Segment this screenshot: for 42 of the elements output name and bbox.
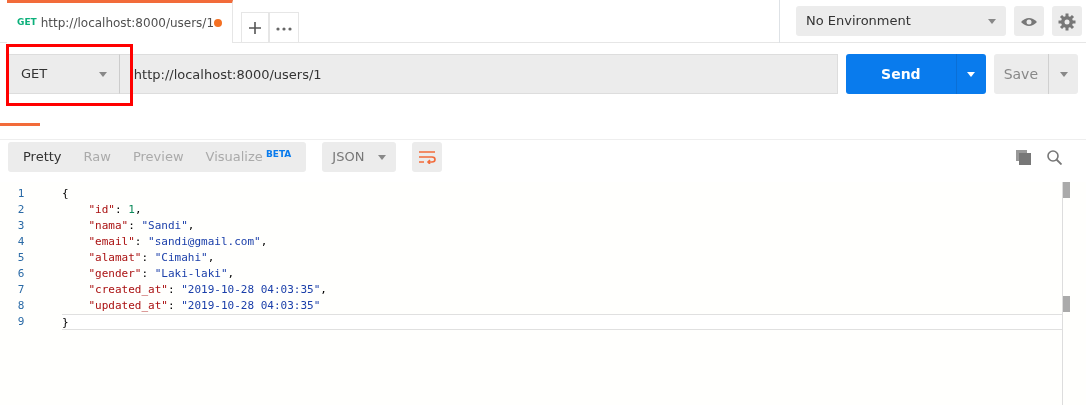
line-number: 5 bbox=[16, 250, 26, 266]
view-tab[interactable]: Visualize $^{BETA}$ bbox=[194, 142, 303, 172]
environment-select[interactable]: No Environment bbox=[796, 6, 1006, 36]
line-number: 6 bbox=[16, 266, 26, 282]
view-tab[interactable]: Pretty bbox=[12, 142, 73, 172]
request-tab[interactable]: GET http://localhost:8000/users/1 bbox=[7, 0, 233, 43]
code-line: "email": "sandi@gmail.com", bbox=[87, 234, 269, 250]
line-number: 2 bbox=[16, 202, 26, 218]
line-number: 3 bbox=[16, 218, 26, 234]
line-number: 1 bbox=[16, 186, 26, 202]
line-number: 8 bbox=[16, 298, 26, 314]
search-icon[interactable] bbox=[1047, 149, 1062, 165]
caret-icon bbox=[967, 71, 976, 77]
caret-icon bbox=[378, 154, 387, 160]
code-line: "nama": "Sandi", bbox=[87, 218, 196, 234]
scrollbar-thumb[interactable] bbox=[1063, 296, 1070, 312]
url-field[interactable]: http://localhost:8000/users/1 bbox=[119, 54, 839, 94]
caret-icon bbox=[988, 18, 996, 24]
caret-icon bbox=[1059, 71, 1068, 77]
method-select[interactable]: GET bbox=[8, 54, 120, 94]
tab-title: http://localhost:8000/users/1 bbox=[40, 15, 215, 32]
code-line: "created_at": "2019-10-28 04:03:35", bbox=[87, 282, 328, 298]
format-select[interactable]: JSON bbox=[322, 142, 397, 172]
caret-icon bbox=[98, 71, 107, 77]
wrap-lines-icon[interactable] bbox=[412, 142, 443, 172]
plus-icon bbox=[248, 20, 262, 35]
code-line: "alamat": "Cimahi", bbox=[87, 250, 216, 266]
eye-icon[interactable] bbox=[1014, 6, 1044, 36]
line-number: 7 bbox=[16, 282, 26, 298]
code-line: "gender": "Laki-laki", bbox=[87, 266, 236, 282]
line-number: 4 bbox=[16, 234, 26, 250]
code-line: { bbox=[62, 186, 70, 202]
new-tab-button[interactable] bbox=[241, 12, 269, 42]
copy-icon[interactable] bbox=[1016, 149, 1031, 165]
send-button[interactable]: Send bbox=[846, 54, 986, 94]
method-label: GET bbox=[17, 16, 37, 30]
settings-icon[interactable] bbox=[1052, 6, 1082, 36]
scrollbar-thumb[interactable] bbox=[1063, 182, 1070, 198]
code-line: "updated_at": "2019-10-28 04:03:35" bbox=[87, 298, 322, 314]
dots-icon bbox=[276, 26, 292, 31]
line-number: 9 bbox=[16, 314, 26, 330]
code-line: "id": 1, bbox=[87, 202, 143, 218]
